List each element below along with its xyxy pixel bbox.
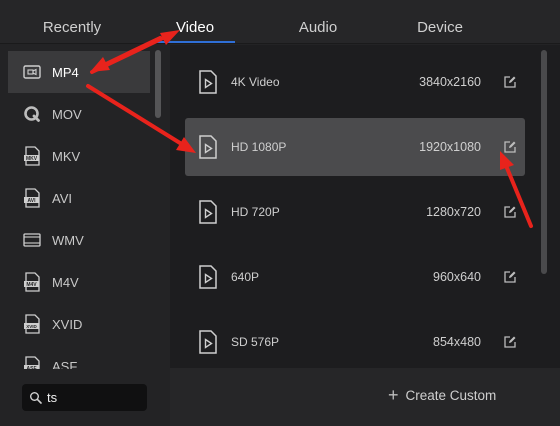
preset-resolution: 3840x2160	[419, 75, 481, 89]
sidebar-item-label: AVI	[52, 190, 72, 206]
mkv-file-icon: MKV	[22, 146, 42, 166]
format-sidebar: MP4 MOV MKV MKV AVI AVI WMV M4V M4V XVID…	[0, 45, 170, 426]
sidebar-item-xvid[interactable]: XVID XVID	[8, 303, 150, 345]
preset-row[interactable]: SD 576P 854x480	[185, 313, 525, 371]
preset-name: SD 576P	[231, 335, 280, 349]
tab-recently[interactable]: Recently	[32, 0, 112, 44]
video-file-icon	[197, 134, 219, 160]
video-file-icon	[197, 264, 219, 290]
tab-device[interactable]: Device	[400, 0, 480, 44]
tab-video[interactable]: Video	[155, 0, 235, 44]
quicktime-icon	[22, 104, 42, 124]
preset-resolution: 1920x1080	[419, 140, 481, 154]
preset-name: 4K Video	[231, 75, 280, 89]
sidebar-item-mov[interactable]: MOV	[8, 93, 150, 135]
sidebar-item-m4v[interactable]: M4V M4V	[8, 261, 150, 303]
svg-text:AVI: AVI	[28, 198, 37, 204]
active-tab-indicator	[155, 41, 235, 43]
search-input[interactable]	[47, 390, 137, 405]
sidebar-item-mp4[interactable]: MP4	[8, 51, 150, 93]
svg-text:XVID: XVID	[26, 324, 37, 329]
asf-file-icon: ASF	[22, 356, 42, 369]
preset-row[interactable]: HD 720P 1280x720	[185, 183, 525, 241]
edit-icon[interactable]	[503, 335, 517, 349]
preset-resolution: 960x640	[433, 270, 481, 284]
sidebar-item-label: ASF	[52, 358, 78, 370]
preset-scrollbar[interactable]	[541, 50, 547, 274]
edit-icon[interactable]	[503, 140, 517, 154]
preset-resolution: 1280x720	[426, 205, 481, 219]
xvid-file-icon: XVID	[22, 314, 42, 334]
search-icon	[29, 391, 43, 405]
create-custom-label: Create Custom	[405, 387, 497, 403]
format-tabs: Recently Video Audio Device	[0, 0, 560, 44]
preset-panel: 4K Video 3840x2160 HD 1080P 1920x1080 HD…	[170, 45, 560, 426]
format-list: MP4 MOV MKV MKV AVI AVI WMV M4V M4V XVID…	[8, 51, 150, 369]
preset-name: 640P	[231, 270, 260, 284]
svg-text:MKV: MKV	[26, 156, 38, 162]
preset-name: HD 720P	[231, 205, 280, 219]
preset-name: HD 1080P	[231, 140, 287, 154]
preset-row-selected[interactable]: HD 1080P 1920x1080	[185, 118, 525, 176]
preset-row[interactable]: 4K Video 3840x2160	[185, 53, 525, 111]
video-file-icon	[197, 199, 219, 225]
edit-icon[interactable]	[503, 270, 517, 284]
video-file-icon	[197, 329, 219, 355]
plus-icon: +	[388, 385, 399, 405]
sidebar-item-label: WMV	[52, 232, 84, 248]
sidebar-item-avi[interactable]: AVI AVI	[8, 177, 150, 219]
sidebar-item-label: XVID	[52, 316, 83, 332]
create-custom-button[interactable]: + Create Custom	[388, 385, 496, 405]
mp4-video-icon	[22, 62, 42, 82]
video-file-icon	[197, 69, 219, 95]
wmv-file-icon	[22, 230, 42, 250]
svg-text:ASF: ASF	[27, 366, 37, 369]
sidebar-item-mkv[interactable]: MKV MKV	[8, 135, 150, 177]
edit-icon[interactable]	[503, 75, 517, 89]
m4v-file-icon: M4V	[22, 272, 42, 292]
sidebar-scrollbar[interactable]	[155, 50, 161, 118]
sidebar-item-wmv[interactable]: WMV	[8, 219, 150, 261]
preset-resolution: 854x480	[433, 335, 481, 349]
avi-file-icon: AVI	[22, 188, 42, 208]
tab-audio[interactable]: Audio	[278, 0, 358, 44]
sidebar-item-label: MOV	[52, 106, 82, 122]
sidebar-item-label: M4V	[52, 274, 79, 290]
svg-text:M4V: M4V	[26, 282, 37, 288]
format-search-box[interactable]	[22, 384, 147, 411]
preset-row[interactable]: 640P 960x640	[185, 248, 525, 306]
sidebar-item-label: MKV	[52, 148, 81, 164]
sidebar-item-label: MP4	[52, 64, 79, 80]
edit-icon[interactable]	[503, 205, 517, 219]
sidebar-item-asf[interactable]: ASF ASF	[8, 345, 150, 369]
preset-footer: + Create Custom	[170, 368, 560, 426]
